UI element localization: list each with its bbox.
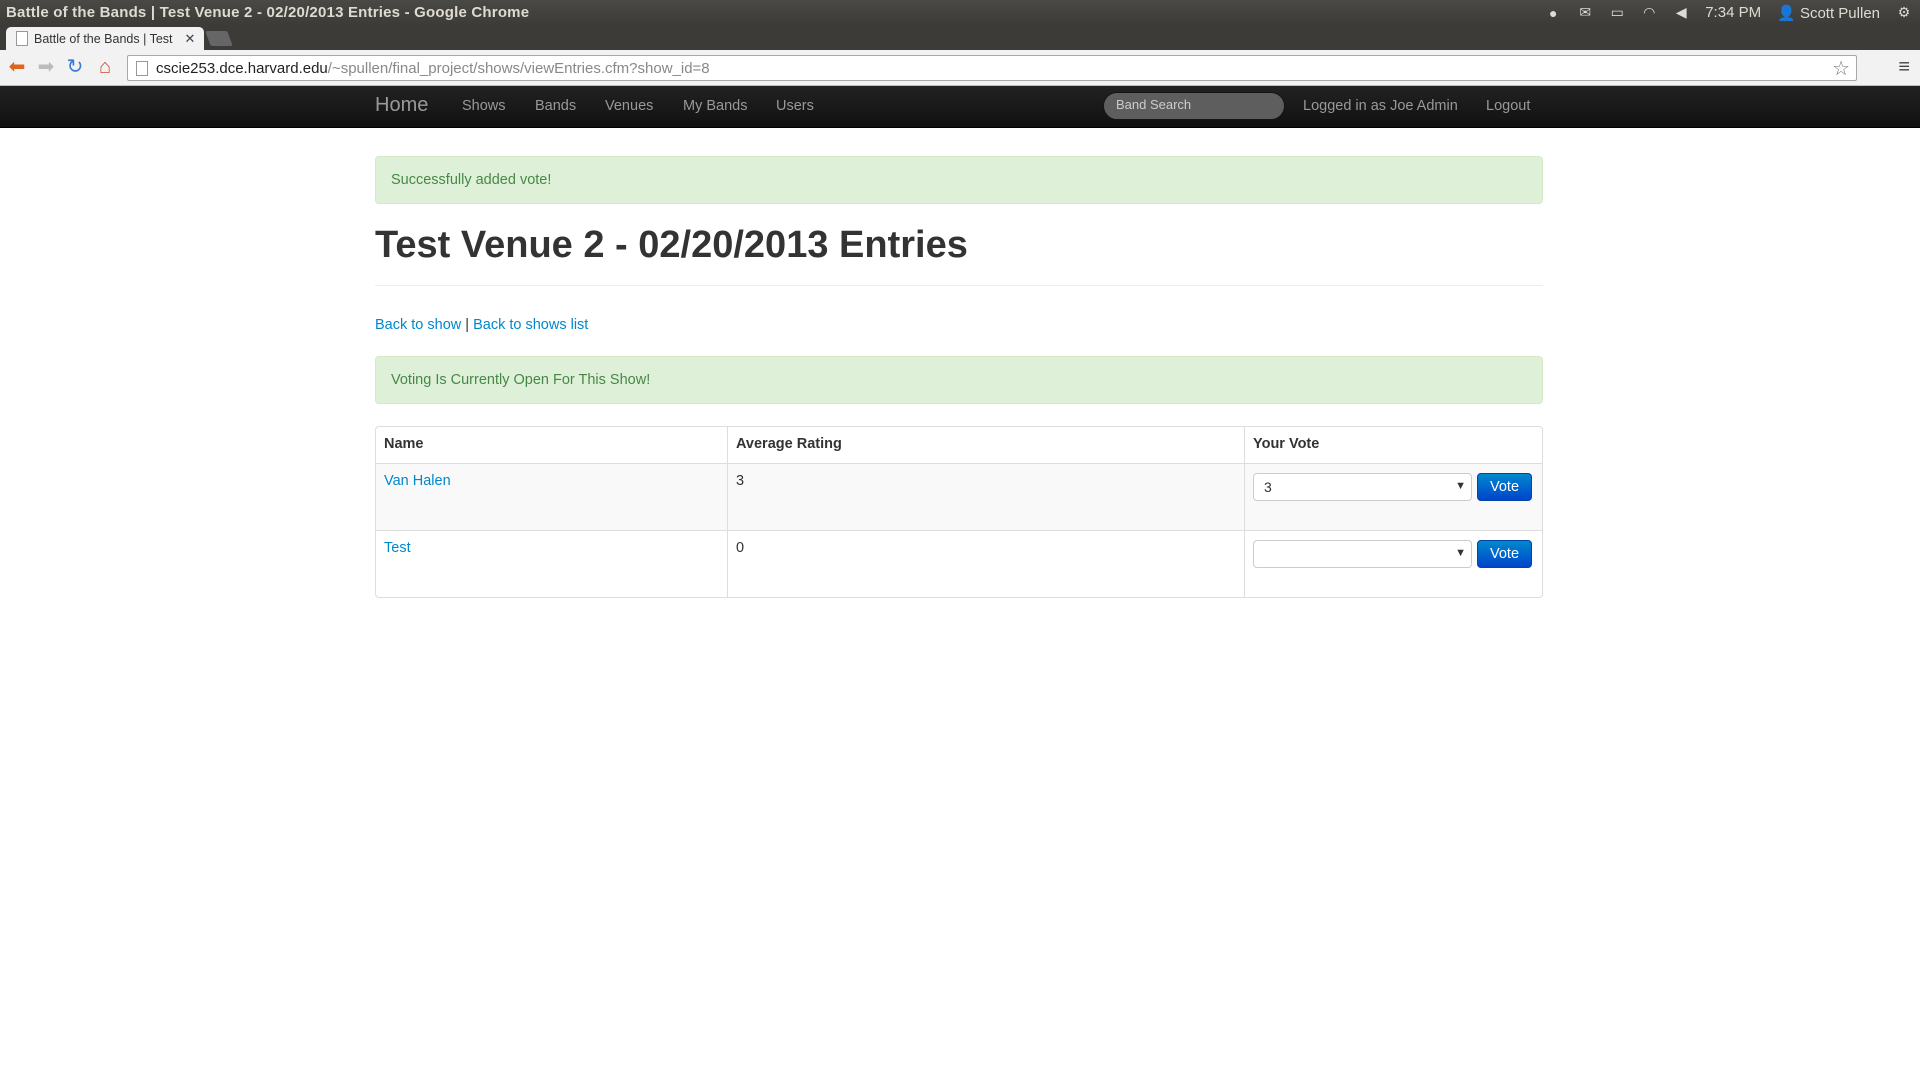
browser-tab[interactable]: Battle of the Bands | Test ✕ xyxy=(6,27,204,50)
tab-title: Battle of the Bands | Test xyxy=(34,31,173,46)
entries-table: Name Average Rating Your Vote Van Halen … xyxy=(375,426,1543,598)
band-link[interactable]: Van Halen xyxy=(384,473,451,489)
back-to-shows-list-link[interactable]: Back to shows list xyxy=(473,317,588,333)
header-your-vote: Your Vote xyxy=(1244,427,1542,463)
band-search-input[interactable]: Band Search xyxy=(1103,92,1285,120)
user-name: Scott Pullen xyxy=(1799,4,1880,22)
table-header-row: Name Average Rating Your Vote xyxy=(376,427,1542,463)
nav-brand-home[interactable]: Home xyxy=(375,94,428,117)
nav-item-shows[interactable]: Shows xyxy=(462,98,506,114)
forward-arrow-icon[interactable]: ➡ xyxy=(34,56,58,78)
back-links: Back to show | Back to shows list xyxy=(375,317,588,333)
window-title: Battle of the Bands | Test Venue 2 - 02/… xyxy=(6,4,530,21)
band-link[interactable]: Test xyxy=(384,540,411,556)
page-icon xyxy=(136,60,148,76)
url-path: /~spullen/final_project/shows/viewEntrie… xyxy=(327,59,710,77)
volume-icon[interactable]: ◀ xyxy=(1673,4,1689,21)
table-row: Van Halen 3 3 ▼ Vote xyxy=(376,463,1542,530)
vote-cell: 3 ▼ Vote xyxy=(1244,464,1542,530)
vote-select-value: 3 xyxy=(1264,479,1272,495)
dropdown-arrow-icon: ▼ xyxy=(1455,480,1466,492)
browser-toolbar: ⬅ ➡ ↻ ⌂ cscie253.dce.harvard.edu/~spulle… xyxy=(0,50,1920,86)
home-icon[interactable]: ⌂ xyxy=(93,56,117,78)
vote-select[interactable]: 3 ▼ xyxy=(1253,473,1472,501)
voting-open-alert: Voting Is Currently Open For This Show! xyxy=(375,356,1543,404)
divider xyxy=(375,285,1543,286)
settings-gear-icon[interactable]: ⚙ xyxy=(1896,4,1912,21)
battery-icon[interactable]: ▭ xyxy=(1609,4,1625,21)
page-title: Test Venue 2 - 02/20/2013 Entries xyxy=(375,224,968,266)
mail-icon[interactable]: ✉ xyxy=(1577,4,1593,21)
os-top-panel: Battle of the Bands | Test Venue 2 - 02/… xyxy=(0,0,1920,25)
page-favicon-icon xyxy=(16,31,28,46)
browser-tab-strip: Battle of the Bands | Test ✕ xyxy=(0,25,1920,50)
table-row: Test 0 ▼ Vote xyxy=(376,530,1542,597)
bookmark-star-icon[interactable]: ☆ xyxy=(1832,56,1850,81)
url-host: cscie253.dce.harvard.edu xyxy=(156,59,328,77)
os-indicators: ● ✉ ▭ ◠ ◀ 7:34 PM 👤 Scott Pullen ⚙ xyxy=(1545,4,1920,22)
address-bar[interactable]: cscie253.dce.harvard.edu/~spullen/final_… xyxy=(127,55,1857,81)
logout-link[interactable]: Logout xyxy=(1486,98,1530,114)
close-tab-icon[interactable]: ✕ xyxy=(182,31,198,47)
reload-icon[interactable]: ↻ xyxy=(63,56,87,78)
nav-item-users[interactable]: Users xyxy=(776,98,814,114)
user-icon: 👤 xyxy=(1777,4,1796,22)
back-arrow-icon[interactable]: ⬅ xyxy=(5,56,29,78)
name-cell: Test xyxy=(376,531,727,597)
menu-icon[interactable]: ≡ xyxy=(1898,56,1910,79)
nav-item-my-bands[interactable]: My Bands xyxy=(683,98,747,114)
user-menu[interactable]: 👤 Scott Pullen xyxy=(1777,4,1880,22)
rating-cell: 0 xyxy=(727,531,1244,597)
vote-select[interactable]: ▼ xyxy=(1253,540,1472,568)
vote-button[interactable]: Vote xyxy=(1477,473,1532,501)
nav-item-venues[interactable]: Venues xyxy=(605,98,653,114)
rating-cell: 3 xyxy=(727,464,1244,530)
nav-item-bands[interactable]: Bands xyxy=(535,98,576,114)
name-cell: Van Halen xyxy=(376,464,727,530)
header-average-rating: Average Rating xyxy=(727,427,1244,463)
site-navbar: Home Shows Bands Venues My Bands Users B… xyxy=(0,86,1920,128)
clock[interactable]: 7:34 PM xyxy=(1705,4,1761,21)
header-name: Name xyxy=(384,436,424,452)
link-separator: | xyxy=(465,317,470,333)
logged-in-user[interactable]: Logged in as Joe Admin xyxy=(1303,98,1458,114)
dropbox-icon[interactable]: ● xyxy=(1545,5,1561,21)
dropdown-arrow-icon: ▼ xyxy=(1455,547,1466,559)
vote-button[interactable]: Vote xyxy=(1477,540,1532,568)
success-alert: Successfully added vote! xyxy=(375,156,1543,204)
wifi-icon[interactable]: ◠ xyxy=(1641,4,1657,21)
new-tab-button[interactable] xyxy=(205,31,233,46)
back-to-show-link[interactable]: Back to show xyxy=(375,317,461,333)
vote-cell: ▼ Vote xyxy=(1244,531,1542,597)
